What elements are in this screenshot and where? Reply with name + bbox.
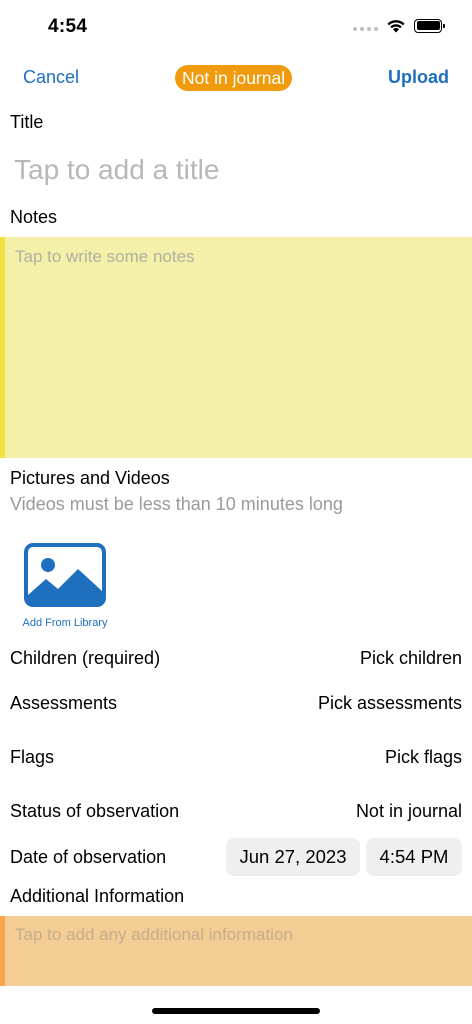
date-row: Date of observation Jun 27, 2023 4:54 PM [0, 838, 472, 876]
wifi-icon [387, 20, 405, 33]
additional-info-label: Additional Information [10, 886, 185, 906]
status-icons [353, 18, 445, 33]
media-label: Pictures and Videos [10, 468, 170, 488]
date-picker-button[interactable]: Jun 27, 2023 [226, 838, 360, 876]
cancel-button[interactable]: Cancel [23, 67, 79, 88]
home-indicator [152, 1008, 320, 1014]
status-badge: Not in journal [175, 65, 293, 91]
pick-flags-value[interactable]: Pick flags [385, 747, 462, 768]
media-hint: Videos must be less than 10 minutes long [10, 494, 343, 514]
status-row[interactable]: Status of observation Not in journal [0, 797, 472, 827]
title-input[interactable] [14, 148, 454, 192]
pick-assessments-value[interactable]: Pick assessments [318, 693, 462, 714]
flags-row[interactable]: Flags Pick flags [0, 743, 472, 773]
assessments-label: Assessments [10, 693, 118, 713]
notes-label: Notes [10, 207, 58, 227]
flags-label: Flags [10, 747, 55, 767]
status-bar: 4:54 [0, 0, 472, 56]
pick-children-value[interactable]: Pick children [360, 648, 462, 669]
children-label: Children (required) [10, 648, 161, 668]
upload-button[interactable]: Upload [388, 67, 449, 88]
cellular-signal-icon [353, 21, 378, 31]
title-label: Title [10, 112, 44, 132]
nav-bar: Cancel Not in journal Upload [0, 60, 472, 96]
assessments-row[interactable]: Assessments Pick assessments [0, 689, 472, 719]
battery-icon [414, 18, 445, 33]
date-label: Date of observation [10, 847, 167, 867]
photo-library-icon [24, 543, 106, 607]
add-from-library-button[interactable]: Add From Library [16, 543, 114, 633]
status-value[interactable]: Not in journal [356, 801, 462, 822]
add-from-library-label: Add From Library [22, 617, 108, 629]
children-row[interactable]: Children (required) Pick children [0, 644, 472, 674]
status-time: 4:54 [48, 16, 88, 37]
notes-textarea[interactable] [0, 237, 472, 458]
status-label: Status of observation [10, 801, 180, 821]
time-picker-button[interactable]: 4:54 PM [366, 838, 462, 876]
additional-info-textarea[interactable] [0, 916, 472, 986]
